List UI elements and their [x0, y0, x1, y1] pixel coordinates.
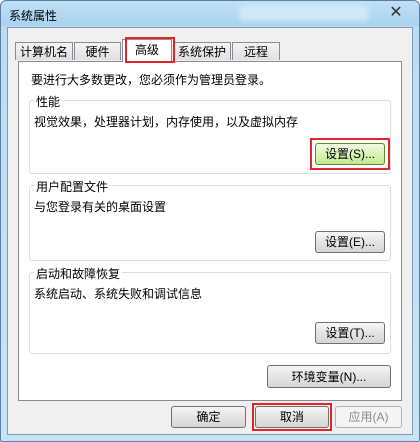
- performance-description: 视觉效果，处理器计划，内存使用，以及虚拟内存: [34, 115, 299, 129]
- apply-button[interactable]: 应用(A): [335, 406, 402, 428]
- startup-recovery-description: 系统启动、系统失败和调试信息: [34, 287, 203, 301]
- user-profiles-description: 与您登录有关的桌面设置: [34, 200, 167, 214]
- performance-settings-button[interactable]: 设置(S)...: [315, 143, 385, 165]
- tab-system-protection[interactable]: 系统保护: [173, 42, 231, 60]
- tab-hardware[interactable]: 硬件: [74, 42, 121, 60]
- startup-recovery-settings-button[interactable]: 设置(T)...: [315, 322, 385, 344]
- advanced-tab-panel: 要进行大多数更改，您必须作为管理员登录。 性能 视觉效果，处理器计划，内存使用，…: [18, 61, 402, 401]
- user-profiles-settings-button[interactable]: 设置(E)...: [315, 231, 385, 253]
- title-blur-region: [239, 5, 369, 21]
- tab-advanced[interactable]: 高级: [122, 39, 172, 62]
- tab-remote[interactable]: 远程: [232, 42, 280, 60]
- performance-group: 性能 视觉效果，处理器计划，内存使用，以及虚拟内存 设置(S)...: [29, 93, 391, 174]
- close-icon[interactable]: ✕: [385, 2, 407, 22]
- startup-recovery-group: 启动和故障恢复 系统启动、系统失败和调试信息 设置(T)...: [29, 265, 391, 354]
- system-properties-window: 系统属性 ✕ 计算机名 硬件 高级 系统保护 远程 要进行大多数更改，您必须作为…: [0, 0, 420, 442]
- window-title: 系统属性: [9, 9, 58, 23]
- tab-computer-name[interactable]: 计算机名: [15, 42, 73, 60]
- performance-title: 性能: [34, 93, 63, 110]
- startup-recovery-title: 启动和故障恢复: [34, 265, 123, 282]
- user-profiles-group: 用户配置文件 与您登录有关的桌面设置 设置(E)...: [29, 178, 391, 261]
- title-bar[interactable]: 系统属性 ✕: [1, 1, 419, 27]
- ok-button[interactable]: 确定: [171, 406, 246, 428]
- dialog-client-area: 计算机名 硬件 高级 系统保护 远程 要进行大多数更改，您必须作为管理员登录。 …: [7, 27, 413, 435]
- cancel-button[interactable]: 取消: [255, 406, 329, 428]
- environment-variables-button[interactable]: 环境变量(N)...: [267, 365, 391, 388]
- user-profiles-title: 用户配置文件: [34, 178, 111, 195]
- admin-notice: 要进行大多数更改，您必须作为管理员登录。: [31, 73, 272, 87]
